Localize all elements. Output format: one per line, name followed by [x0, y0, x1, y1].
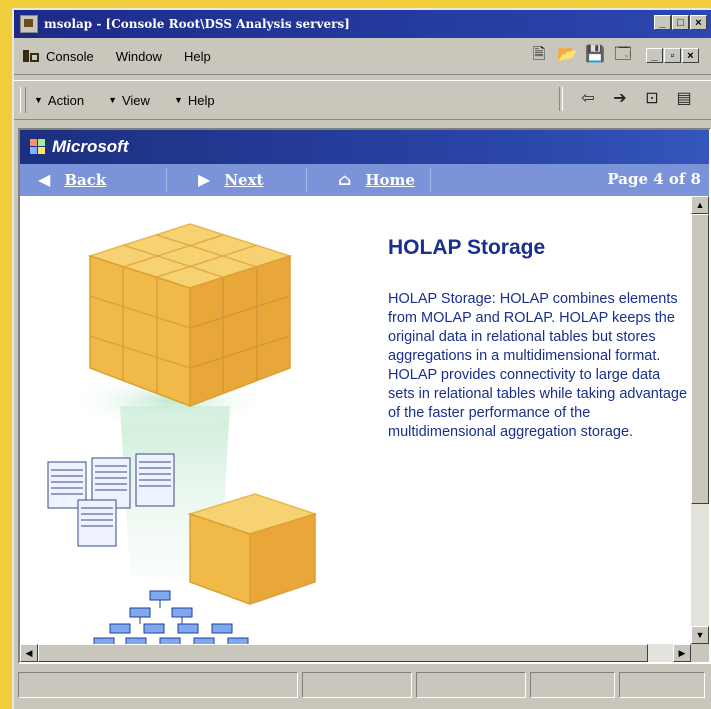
content-pane: Microsoft ◀ Back ▶ Next ⌂ Home Page 4 of…	[18, 128, 711, 664]
app-icon[interactable]	[20, 15, 38, 33]
minimize-button[interactable]: _	[654, 15, 671, 30]
action-menu[interactable]: ▼ Action	[34, 93, 84, 108]
nav-divider	[430, 168, 431, 192]
show-tree-icon[interactable]: ▤	[673, 88, 695, 110]
page-heading: HOLAP Storage	[388, 236, 546, 259]
scroll-right-button[interactable]: ▶	[673, 644, 691, 662]
page-navigation: ◀ Back ▶ Next ⌂ Home Page 4 of 8	[20, 164, 709, 196]
nav-toolbar: ⇦ ➔ ⊡ ▤	[555, 87, 695, 111]
dropdown-arrow-icon: ▼	[34, 95, 43, 105]
mdi-controls: _ ▫ ×	[646, 47, 699, 63]
maximize-button[interactable]: □	[672, 15, 689, 30]
window-title: msolap - [Console Root\DSS Analysis serv…	[44, 17, 350, 31]
mdi-close-button[interactable]: ×	[682, 47, 699, 63]
toolbar-grip[interactable]	[20, 87, 26, 113]
status-pane	[619, 672, 705, 698]
window-controls: _ □ ×	[654, 15, 707, 30]
back-link[interactable]: ◀ Back	[38, 170, 106, 189]
view-menu[interactable]: ▼ View	[108, 93, 150, 108]
status-pane	[530, 672, 615, 698]
scroll-corner	[691, 644, 709, 662]
mdi-restore-button[interactable]: ▫	[664, 47, 681, 63]
save-icon[interactable]: 💾	[584, 44, 606, 66]
title-bar[interactable]: msolap - [Console Root\DSS Analysis serv…	[14, 10, 711, 38]
dropdown-arrow-icon: ▼	[173, 95, 183, 105]
toolbar-separator	[559, 87, 563, 111]
microsoft-logo: Microsoft	[52, 137, 129, 156]
home-icon: ⌂	[338, 170, 352, 189]
horizontal-scroll-thumb[interactable]	[38, 644, 648, 662]
vertical-scrollbar[interactable]: ▲ ▼	[691, 196, 709, 644]
molap-cube-icon	[87, 223, 293, 408]
status-bar	[18, 672, 707, 702]
close-button[interactable]: ×	[690, 15, 707, 30]
next-arrow-icon: ▶	[198, 170, 211, 189]
page-counter: Page 4 of 8	[607, 170, 701, 188]
status-pane	[416, 672, 526, 698]
home-link[interactable]: ⌂ Home	[338, 170, 415, 189]
open-folder-icon[interactable]: 📂	[556, 44, 578, 66]
forward-arrow-icon[interactable]: ➔	[609, 88, 631, 110]
new-console-icon[interactable]: 🗎	[528, 44, 550, 66]
nav-divider	[166, 168, 167, 192]
back-arrow-icon: ◀	[38, 170, 51, 189]
menu-window[interactable]: Window	[116, 49, 162, 64]
console-icon	[22, 48, 40, 64]
page-body-text: HOLAP Storage: HOLAP combines elements f…	[388, 291, 688, 440]
status-pane	[18, 672, 298, 698]
mmc-window: msolap - [Console Root\DSS Analysis serv…	[12, 8, 711, 709]
holap-illustration	[47, 223, 318, 648]
back-arrow-icon[interactable]: ⇦	[577, 88, 599, 110]
scroll-down-button[interactable]: ▼	[691, 626, 709, 644]
dropdown-arrow-icon: ▼	[108, 95, 117, 105]
menu-bar: Console Window Help 🗎 📂 💾 🗔 _ ▫ ×	[14, 38, 711, 75]
horizontal-scrollbar[interactable]: ◀ ▶	[20, 644, 691, 662]
action-toolbar: ▼ Action ▼ View ▼ Help ⇦ ➔ ⊡ ▤	[14, 80, 711, 120]
rolap-cube-icon	[187, 493, 318, 606]
hierarchy-tree-icon	[93, 590, 249, 648]
menu-help[interactable]: Help	[184, 49, 211, 64]
microsoft-banner: Microsoft	[20, 130, 709, 164]
next-link[interactable]: ▶ Next	[198, 170, 263, 189]
page-body: HOLAP Storage HOLAP Storage: HOLAP combi…	[20, 196, 691, 648]
up-folder-icon[interactable]: ⊡	[641, 88, 663, 110]
mdi-minimize-button[interactable]: _	[646, 47, 663, 63]
scroll-up-button[interactable]: ▲	[691, 196, 709, 214]
scroll-left-button[interactable]: ◀	[20, 644, 38, 662]
console-toolbar: 🗎 📂 💾 🗔 _ ▫ ×	[528, 44, 699, 66]
nav-divider	[306, 168, 307, 192]
windows-logo-icon	[30, 139, 46, 155]
new-window-icon[interactable]: 🗔	[612, 44, 634, 66]
menu-console[interactable]: Console	[46, 49, 94, 64]
vertical-scroll-thumb[interactable]	[691, 214, 709, 504]
help-menu[interactable]: ▼ Help	[174, 93, 215, 108]
status-pane	[302, 672, 412, 698]
